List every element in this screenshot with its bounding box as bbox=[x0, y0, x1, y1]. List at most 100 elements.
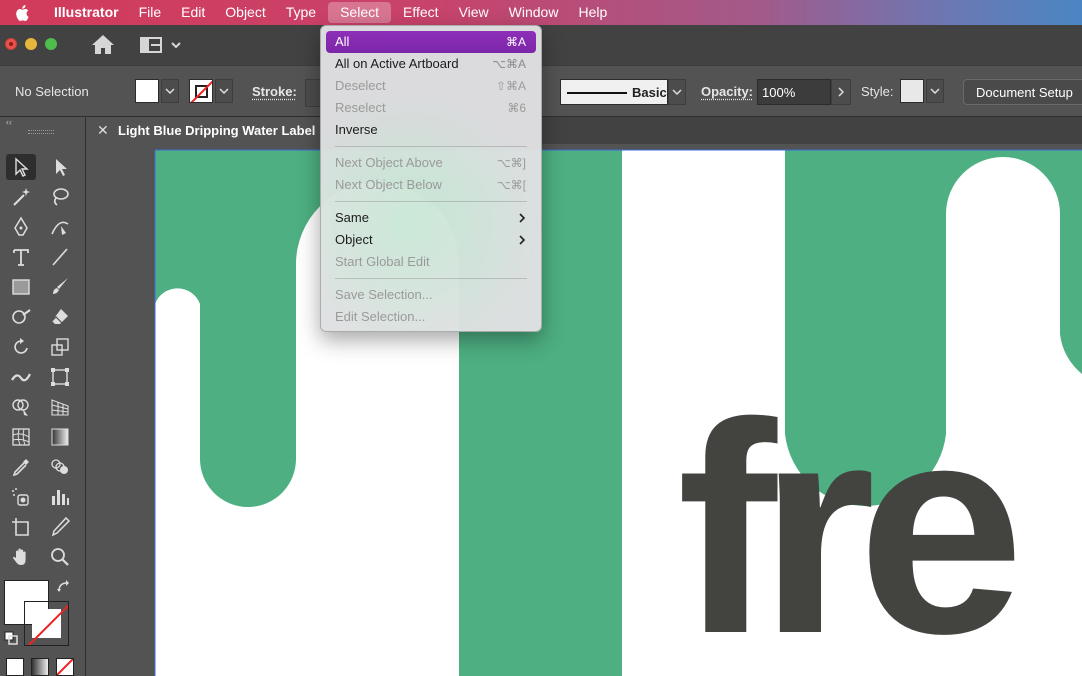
menu-object[interactable]: Object bbox=[215, 0, 275, 25]
no-stroke-icon bbox=[190, 80, 212, 102]
rotate-icon bbox=[14, 338, 28, 354]
type-tool[interactable] bbox=[6, 244, 36, 270]
artwork-text[interactable]: fre bbox=[677, 360, 1035, 676]
shaper-icon bbox=[12, 309, 31, 324]
slice-knife-icon bbox=[51, 516, 71, 537]
artboard-tool[interactable] bbox=[6, 514, 36, 540]
pen-nib-icon bbox=[14, 216, 28, 236]
gradient-tool[interactable] bbox=[45, 424, 75, 450]
menu-separator bbox=[335, 278, 527, 279]
gradient-mode-button[interactable] bbox=[31, 658, 49, 676]
swap-fill-stroke-icon[interactable] bbox=[56, 579, 72, 595]
stroke-weight-stepper[interactable] bbox=[305, 79, 321, 107]
menu-item-save-selection[interactable]: Save Selection... bbox=[326, 284, 536, 306]
curvature-tool[interactable] bbox=[45, 214, 75, 240]
menu-effect[interactable]: Effect bbox=[393, 0, 449, 25]
selection-status: No Selection bbox=[15, 84, 89, 99]
menu-item-all-on-active-artboard[interactable]: All on Active Artboard ⌥⌘A bbox=[326, 53, 536, 75]
fill-color-swatch[interactable] bbox=[135, 79, 159, 103]
shape-builder-tool[interactable] bbox=[6, 394, 36, 420]
home-icon[interactable] bbox=[90, 33, 116, 57]
workspace-switcher-icon[interactable] bbox=[140, 36, 184, 54]
selection-tool[interactable] bbox=[6, 154, 36, 180]
shaper-tool[interactable] bbox=[6, 304, 36, 330]
window-minimize-button[interactable] bbox=[25, 38, 37, 50]
rotate-tool[interactable] bbox=[6, 334, 36, 360]
lasso-tool[interactable] bbox=[45, 184, 75, 210]
menu-file[interactable]: File bbox=[129, 0, 172, 25]
direct-selection-tool[interactable] bbox=[45, 154, 75, 180]
menu-item-inverse[interactable]: Inverse bbox=[326, 119, 536, 141]
eyedropper-icon bbox=[12, 459, 29, 477]
menu-item-deselect[interactable]: Deselect ⇧⌘A bbox=[326, 75, 536, 97]
pen-tool[interactable] bbox=[6, 214, 36, 240]
stroke-color-swatch[interactable] bbox=[189, 79, 213, 103]
chevron-right-icon bbox=[519, 213, 526, 223]
default-fill-stroke-icon[interactable] bbox=[4, 631, 18, 645]
stroke-color-box[interactable] bbox=[24, 601, 69, 646]
scale-tool[interactable] bbox=[45, 334, 75, 360]
panel-grip[interactable] bbox=[28, 130, 54, 134]
brush-dropdown[interactable] bbox=[668, 79, 686, 105]
free-transform-tool[interactable] bbox=[45, 364, 75, 390]
hand-icon bbox=[13, 548, 26, 565]
none-mode-button[interactable] bbox=[56, 658, 74, 676]
menu-view[interactable]: View bbox=[449, 0, 499, 25]
menu-app-name[interactable]: Illustrator bbox=[44, 0, 129, 25]
menu-item-object[interactable]: Object bbox=[326, 229, 536, 251]
brush-definition-field[interactable]: Basic bbox=[560, 79, 668, 105]
blend-tool[interactable] bbox=[45, 454, 75, 480]
close-tab-icon[interactable]: ✕ bbox=[97, 122, 109, 139]
eraser-tool[interactable] bbox=[45, 304, 75, 330]
slice-tool[interactable] bbox=[45, 514, 75, 540]
none-slash-icon bbox=[57, 659, 73, 675]
menu-item-select-all[interactable]: All ⌘A bbox=[326, 31, 536, 53]
menu-select[interactable]: Select bbox=[328, 2, 392, 23]
opacity-input[interactable]: 100% bbox=[757, 79, 831, 105]
fill-dropdown[interactable] bbox=[161, 79, 179, 103]
rectangle-tool[interactable] bbox=[6, 274, 36, 300]
color-mode-button[interactable] bbox=[6, 658, 24, 676]
menu-item-start-global-edit[interactable]: Start Global Edit bbox=[326, 251, 536, 273]
window-close-button[interactable] bbox=[5, 38, 17, 50]
symbol-sprayer-icon bbox=[12, 488, 29, 506]
line-segment-tool[interactable] bbox=[45, 244, 75, 270]
lasso-icon bbox=[53, 188, 69, 206]
magic-wand-tool[interactable] bbox=[6, 184, 36, 210]
eyedropper-tool[interactable] bbox=[6, 454, 36, 480]
stroke-label[interactable]: Stroke: bbox=[252, 84, 297, 99]
chevron-right-icon bbox=[519, 235, 526, 245]
document-tab[interactable]: ✕ Light Blue Dripping Water Label bbox=[87, 117, 337, 144]
width-tool[interactable] bbox=[6, 364, 36, 390]
menu-item-edit-selection[interactable]: Edit Selection... bbox=[326, 306, 536, 328]
collapse-panel-icon[interactable]: ‹‹ bbox=[6, 117, 12, 127]
menu-separator bbox=[335, 201, 527, 202]
graphic-style-swatch[interactable] bbox=[900, 79, 924, 103]
opacity-label[interactable]: Opacity: bbox=[701, 84, 753, 99]
document-setup-button[interactable]: Document Setup bbox=[963, 79, 1082, 105]
window-zoom-button[interactable] bbox=[45, 38, 57, 50]
menu-help[interactable]: Help bbox=[568, 0, 617, 25]
zoom-tool[interactable] bbox=[45, 544, 75, 570]
stroke-dropdown[interactable] bbox=[215, 79, 233, 103]
apple-logo-icon[interactable] bbox=[0, 4, 44, 21]
hand-tool[interactable] bbox=[6, 544, 36, 570]
column-graph-tool[interactable] bbox=[45, 484, 75, 510]
menu-item-same[interactable]: Same bbox=[326, 207, 536, 229]
chevron-right-icon bbox=[838, 87, 844, 97]
opacity-expand-button[interactable] bbox=[831, 79, 851, 105]
select-menu-dropdown: All ⌘A All on Active Artboard ⌥⌘A Deselect… bbox=[320, 25, 542, 332]
symbol-sprayer-tool[interactable] bbox=[6, 484, 36, 510]
paintbrush-tool[interactable] bbox=[45, 274, 75, 300]
menu-edit[interactable]: Edit bbox=[171, 0, 215, 25]
menu-item-next-object-below[interactable]: Next Object Below ⌥⌘[ bbox=[326, 174, 536, 196]
menu-item-next-object-above[interactable]: Next Object Above ⌥⌘] bbox=[326, 152, 536, 174]
menu-type[interactable]: Type bbox=[276, 0, 326, 25]
mesh-tool[interactable] bbox=[6, 424, 36, 450]
menu-item-reselect[interactable]: Reselect ⌘6 bbox=[326, 97, 536, 119]
style-dropdown[interactable] bbox=[926, 79, 944, 103]
perspective-grid-tool[interactable] bbox=[45, 394, 75, 420]
artboard[interactable]: fre bbox=[87, 144, 1082, 676]
menu-window[interactable]: Window bbox=[499, 0, 569, 25]
canvas[interactable]: fre bbox=[87, 144, 1082, 676]
